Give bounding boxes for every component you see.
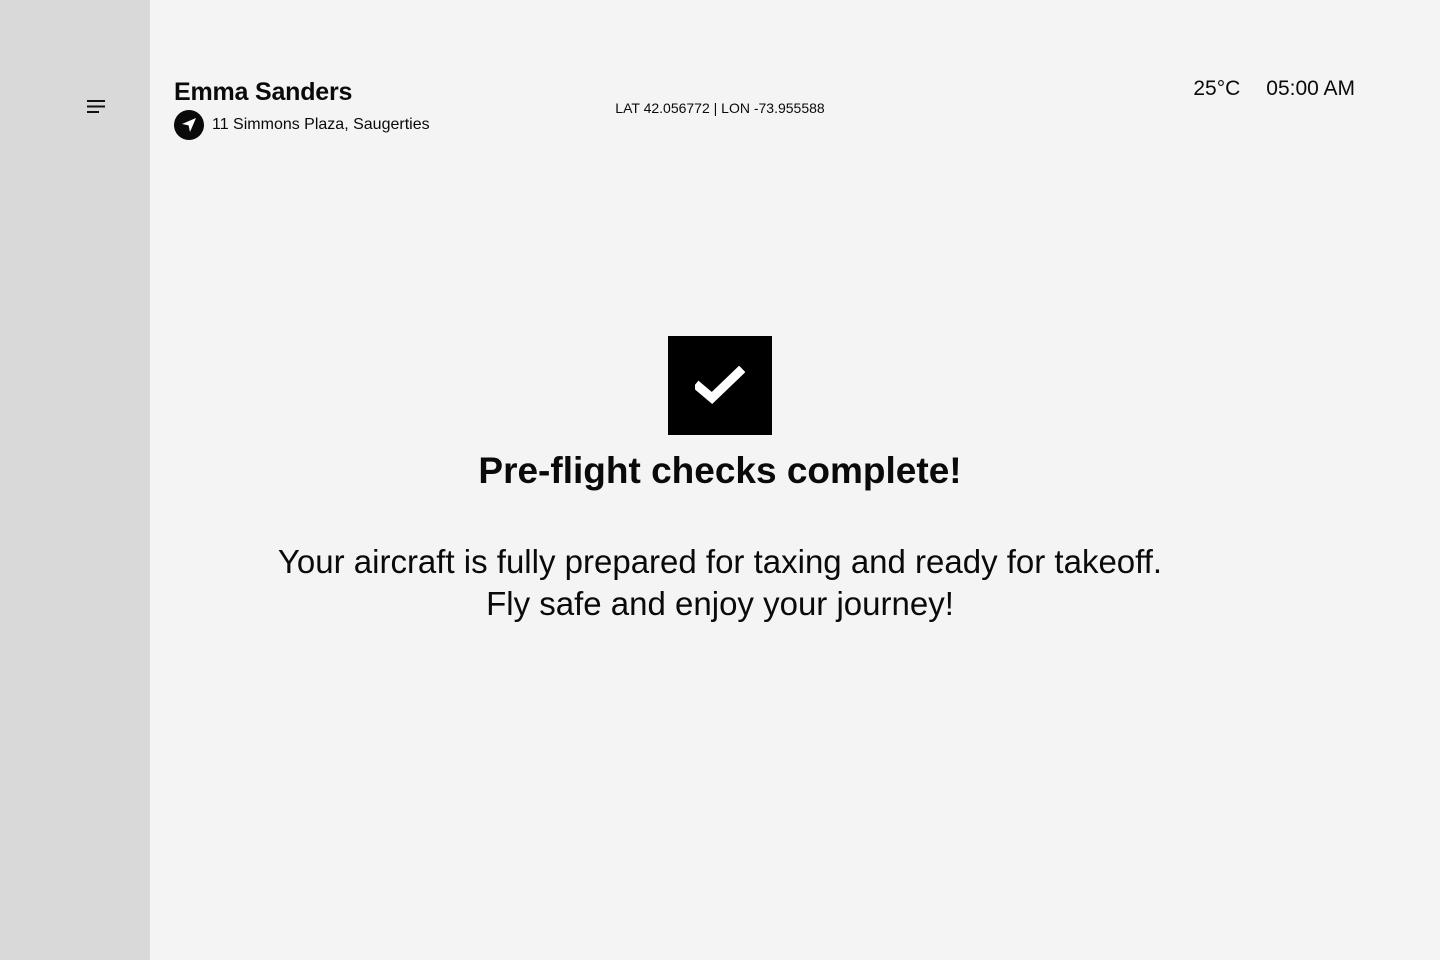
- clock-time: 05:00 AM: [1266, 77, 1355, 100]
- menu-button[interactable]: [76, 88, 116, 126]
- temperature: 25°C: [1193, 77, 1241, 100]
- sidebar: [0, 0, 150, 960]
- navigation-arrow-icon[interactable]: [174, 110, 204, 140]
- status-message: Your aircraft is fully prepared for taxi…: [220, 541, 1220, 625]
- location-row: 11 Simmons Plaza, Saugerties: [174, 110, 430, 140]
- user-name: Emma Sanders: [174, 78, 353, 106]
- coordinates: LAT 42.056772 | LON -73.955588: [615, 100, 825, 116]
- checkmark-icon: [668, 336, 772, 435]
- address: 11 Simmons Plaza, Saugerties: [212, 116, 430, 133]
- status-message-line-2: Fly safe and enjoy your journey!: [486, 585, 954, 622]
- weather-clock: 25°C 05:00 AM: [1193, 75, 1355, 103]
- menu-icon: [87, 100, 105, 113]
- status-title: Pre-flight checks complete!: [478, 450, 962, 491]
- status-panel: Pre-flight checks complete! Your aircraf…: [150, 336, 1290, 625]
- main-panel: Emma Sanders 11 Simmons Plaza, Saugertie…: [150, 0, 1440, 960]
- status-message-line-1: Your aircraft is fully prepared for taxi…: [277, 543, 1163, 580]
